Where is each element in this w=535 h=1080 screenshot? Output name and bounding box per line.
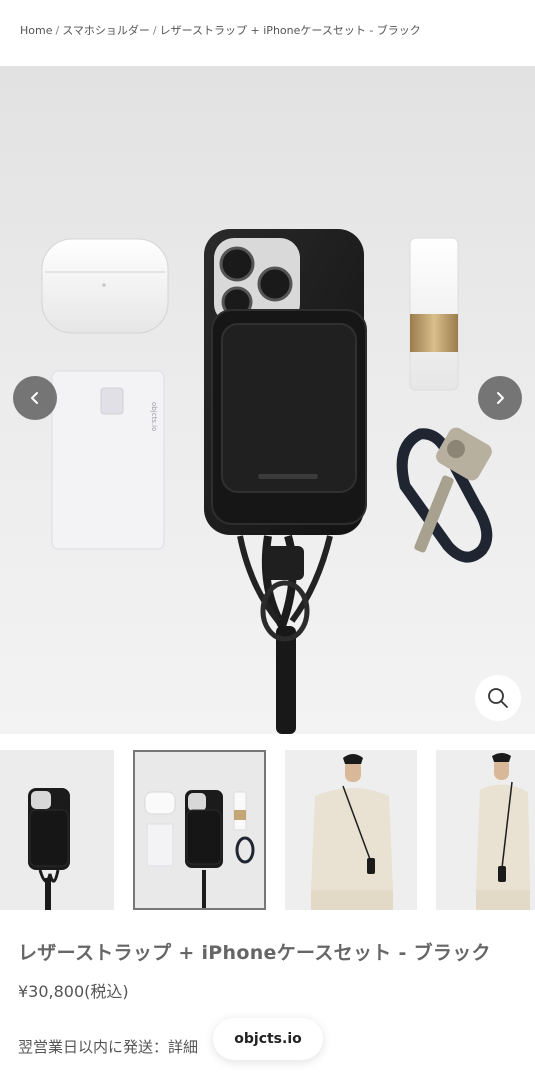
- thumbnail-strip: [0, 750, 535, 910]
- breadcrumb: Home / スマホショルダー / レザーストラップ + iPhoneケースセット - …: [20, 22, 520, 38]
- earbuds-case: [41, 238, 169, 334]
- phone-case: [204, 229, 367, 535]
- thumbnail-model-front-image: [285, 750, 417, 910]
- chevron-right-icon: [497, 392, 504, 404]
- thumbnail-phone-case-image: [0, 750, 114, 910]
- next-image-button[interactable]: [478, 376, 522, 420]
- thumbnail-flatlay-image: [135, 752, 264, 908]
- carabiner-key: [396, 427, 493, 563]
- shipping-note[interactable]: 翌営業日以内に発送：詳細: [18, 1036, 198, 1057]
- thumbnail-item-selected[interactable]: [133, 750, 266, 910]
- card-brand-text: objcts.io: [150, 402, 158, 431]
- lip-balm: [409, 237, 459, 391]
- previous-image-button[interactable]: [13, 376, 57, 420]
- product-price: ¥30,800(税込): [18, 982, 129, 1001]
- leather-strap: [237, 534, 333, 734]
- thumbnail-item[interactable]: [436, 750, 535, 910]
- breadcrumb-separator: /: [152, 24, 157, 37]
- site-badge[interactable]: objcts.io: [213, 1018, 323, 1060]
- breadcrumb-home-link[interactable]: Home: [20, 24, 52, 37]
- product-flatlay-illustration: objcts.io: [41, 229, 493, 734]
- breadcrumb-separator: /: [55, 24, 60, 37]
- breadcrumb-current: レザーストラップ + iPhoneケースセット - ブラック: [159, 24, 421, 37]
- zoom-button[interactable]: [475, 675, 521, 721]
- nfc-card: objcts.io: [51, 370, 165, 550]
- thumbnail-item[interactable]: [285, 750, 417, 910]
- chevron-left-icon: [31, 392, 38, 404]
- main-product-image[interactable]: objcts.io: [0, 66, 535, 734]
- magnifier-icon: [488, 688, 508, 708]
- breadcrumb-category-link[interactable]: スマホショルダー: [62, 24, 150, 37]
- product-title: レザーストラップ + iPhoneケースセット - ブラック: [18, 942, 491, 964]
- thumbnail-item[interactable]: [0, 750, 114, 910]
- thumbnail-model-side-image: [436, 750, 535, 910]
